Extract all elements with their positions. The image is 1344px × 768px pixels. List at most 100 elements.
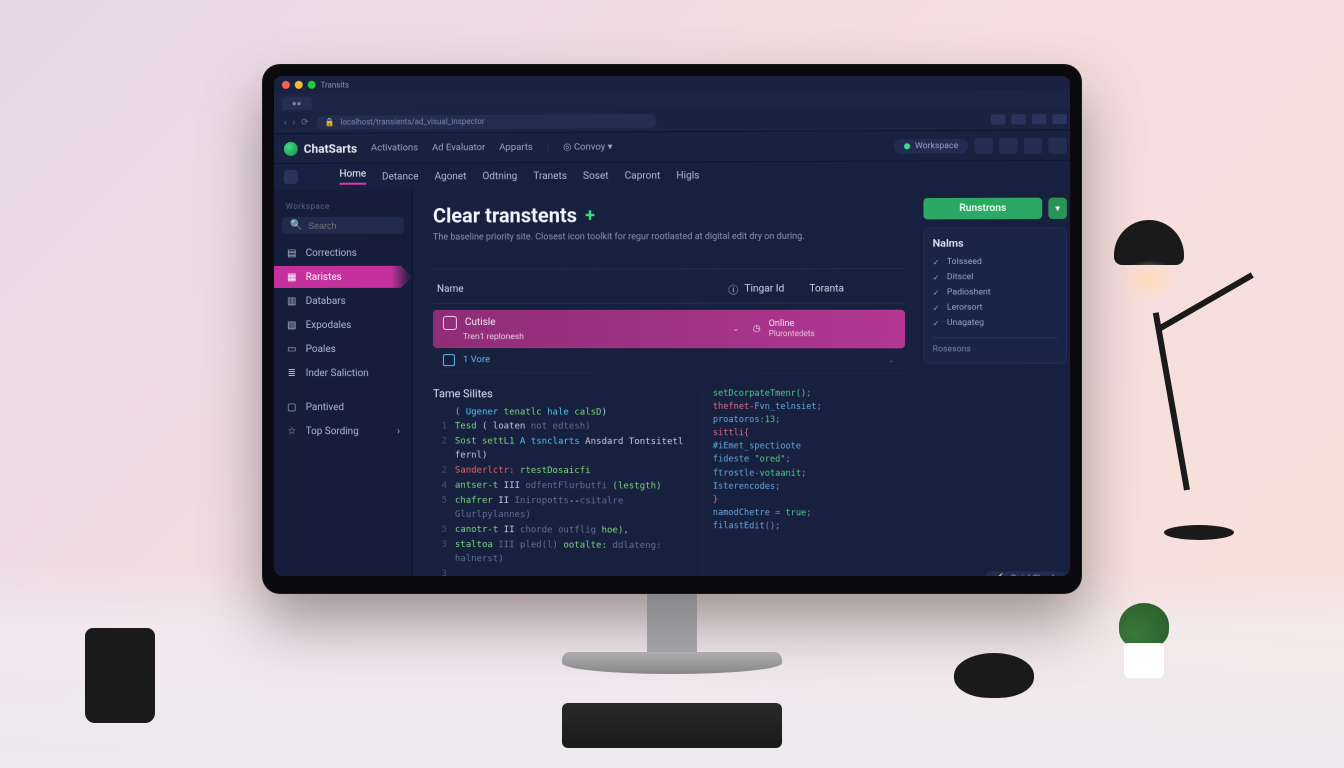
sidebar-item-raristes[interactable]: ▦ Raristes: [274, 266, 412, 288]
panel-card-title: Nalms: [933, 236, 1058, 249]
check-item[interactable]: Padioshent: [933, 287, 1058, 297]
code-editor-left[interactable]: ( Ugener tenatlc hale calsD)1Tesd ( loat…: [433, 406, 690, 576]
brand[interactable]: ChatSarts: [284, 141, 357, 155]
run-dropdown-button[interactable]: ▾: [1048, 198, 1066, 219]
row-subtitle: Tren1 replonesh: [443, 332, 732, 342]
workspace-badge[interactable]: Workspace: [894, 138, 969, 153]
window-tab-label: Transits: [321, 80, 349, 89]
search-input[interactable]: [308, 220, 424, 230]
status-dot-icon: [904, 143, 910, 149]
ext-icon[interactable]: [1032, 114, 1046, 124]
ext-icon[interactable]: [991, 114, 1005, 124]
top-menu-item[interactable]: ◎ Convoy ▾: [563, 141, 612, 152]
nav-tab[interactable]: Soset: [583, 170, 609, 181]
check-item[interactable]: Lerorsort: [933, 303, 1058, 313]
header-action-icon[interactable]: [1024, 137, 1042, 153]
grid-icon: ▥: [286, 295, 298, 307]
row-stat-label: Online: [769, 319, 815, 329]
sidebar-item-databars[interactable]: ▥ Databars: [274, 290, 412, 312]
check-item[interactable]: Unagateg: [933, 318, 1058, 328]
nav-tab[interactable]: Higls: [676, 170, 699, 181]
layers-icon: ▤: [286, 247, 298, 259]
sidebar-item-label: Databars: [306, 295, 346, 306]
address-bar[interactable]: 🔒 localhost/transients/ad_visual_inspect…: [317, 114, 657, 130]
chevron-down-icon: ▾: [608, 141, 613, 152]
star-icon: ☆: [286, 425, 298, 437]
nav-tab[interactable]: Tranets: [533, 170, 567, 181]
sidebar-item-corrections[interactable]: ▤ Corrections: [274, 242, 412, 264]
check-item[interactable]: Ditscel: [933, 272, 1058, 282]
sidebar-item-expodales[interactable]: ▧ Expodales: [274, 314, 412, 336]
nav-tab[interactable]: Odtning: [482, 171, 517, 182]
ext-icon[interactable]: [1052, 113, 1066, 123]
table-row[interactable]: 1 Vore ⌄: [433, 348, 905, 374]
sliders-icon: ≣: [286, 367, 298, 379]
panel-footer: Rosesons: [933, 337, 1058, 354]
col-toranta[interactable]: Toranta: [809, 281, 901, 296]
quickcheck-pill[interactable]: ⚡ QuickCheck: [984, 571, 1067, 576]
close-icon[interactable]: [282, 81, 290, 89]
code-output-right: setDcorpateTmenr();thefnet-Fvn_telnsiet;…: [702, 387, 905, 576]
file-icon: [443, 315, 457, 329]
header-action-icon[interactable]: [975, 137, 993, 153]
top-menu-item[interactable]: Apparts: [499, 142, 533, 153]
sidebar-item-top-sording[interactable]: ☆ Top Sording ›: [274, 420, 412, 442]
menu-icon[interactable]: [284, 170, 298, 184]
chevron-down-icon: ⌄: [888, 355, 895, 364]
globe-icon: ◎: [563, 142, 571, 153]
toolbar-strip: [433, 254, 905, 269]
check-item[interactable]: Tolsseed: [933, 257, 1058, 267]
sidebar-item-label: Raristes: [306, 271, 342, 282]
header-action-icon[interactable]: [1048, 137, 1066, 153]
reload-icon[interactable]: ⟳: [301, 117, 308, 127]
table-row-selected[interactable]: Cutisle Tren1 replonesh ⌄ ◷ Online Pluro…: [433, 309, 905, 348]
sidebar-item-poales[interactable]: ▭ Poales: [274, 338, 412, 360]
search-icon: 🔍: [290, 220, 302, 231]
chevron-down-icon: ▾: [1056, 204, 1060, 213]
forward-icon[interactable]: ›: [293, 117, 296, 127]
shield-icon: [443, 354, 455, 366]
add-icon[interactable]: +: [585, 205, 595, 226]
browser-tab[interactable]: ●●: [282, 96, 311, 109]
code-section-title: Tame Silites: [433, 387, 690, 401]
checks-card: Nalms Tolsseed Ditscel Padioshent Lerors…: [923, 227, 1066, 364]
top-menu-item[interactable]: Activations: [371, 142, 418, 153]
sidebar-item-label: Corrections: [306, 247, 357, 258]
col-name[interactable]: Name: [437, 281, 728, 296]
sidebar-item-pantived[interactable]: ▢ Pantived: [274, 396, 412, 418]
address-text: localhost/transients/ad_visual_inspector: [340, 117, 484, 127]
row-collapse-icon[interactable]: ⌄: [732, 324, 752, 333]
brand-logo-icon: [284, 141, 298, 155]
nav-tab[interactable]: Capront: [625, 170, 661, 181]
maximize-icon[interactable]: [308, 81, 316, 89]
nav-tab-home[interactable]: Home: [339, 169, 366, 185]
chevron-right-icon: ›: [397, 426, 400, 437]
window-controls[interactable]: [282, 81, 316, 89]
row-stat-sub: Plurontedets: [769, 329, 815, 338]
back-icon[interactable]: ‹: [284, 117, 287, 127]
info-icon: ⓘ: [728, 281, 738, 296]
sidebar-item-inder-saliction[interactable]: ≣ Inder Saliction: [274, 362, 412, 384]
run-button[interactable]: Runstrons: [923, 198, 1042, 220]
right-panel: Runstrons ▾ Nalms Tolsseed Ditscel Padio…: [923, 187, 1070, 576]
page-title: Clear transtents: [433, 203, 577, 228]
lock-icon: 🔒: [324, 118, 334, 127]
minimize-icon[interactable]: [295, 81, 303, 89]
header-action-icon[interactable]: [999, 137, 1017, 153]
sidebar-item-label: Expodales: [306, 319, 352, 330]
sidebar-group-label: Workspace: [274, 198, 412, 213]
ext-icon[interactable]: [1011, 114, 1025, 124]
nav-tab[interactable]: Detance: [382, 171, 418, 182]
top-menu: Activations Ad Evaluator Apparts | ◎ Con…: [371, 141, 612, 153]
col-tingar-id[interactable]: ⓘ Tingar Id: [728, 281, 809, 296]
chart-icon: ▧: [286, 319, 298, 331]
top-menu-item[interactable]: Ad Evaluator: [432, 142, 485, 153]
app-header: ChatSarts Activations Ad Evaluator Appar…: [274, 130, 1070, 164]
divider: |: [547, 142, 549, 153]
sidebar-item-label: Poales: [306, 344, 336, 355]
brand-name: ChatSarts: [304, 141, 357, 155]
sidebar: Workspace 🔍 ▤ Corrections ▦ Raristes: [274, 190, 413, 576]
nav-tab[interactable]: Agonet: [435, 171, 467, 182]
sidebar-item-label: Pantived: [306, 402, 344, 413]
sidebar-search[interactable]: 🔍: [282, 217, 404, 234]
